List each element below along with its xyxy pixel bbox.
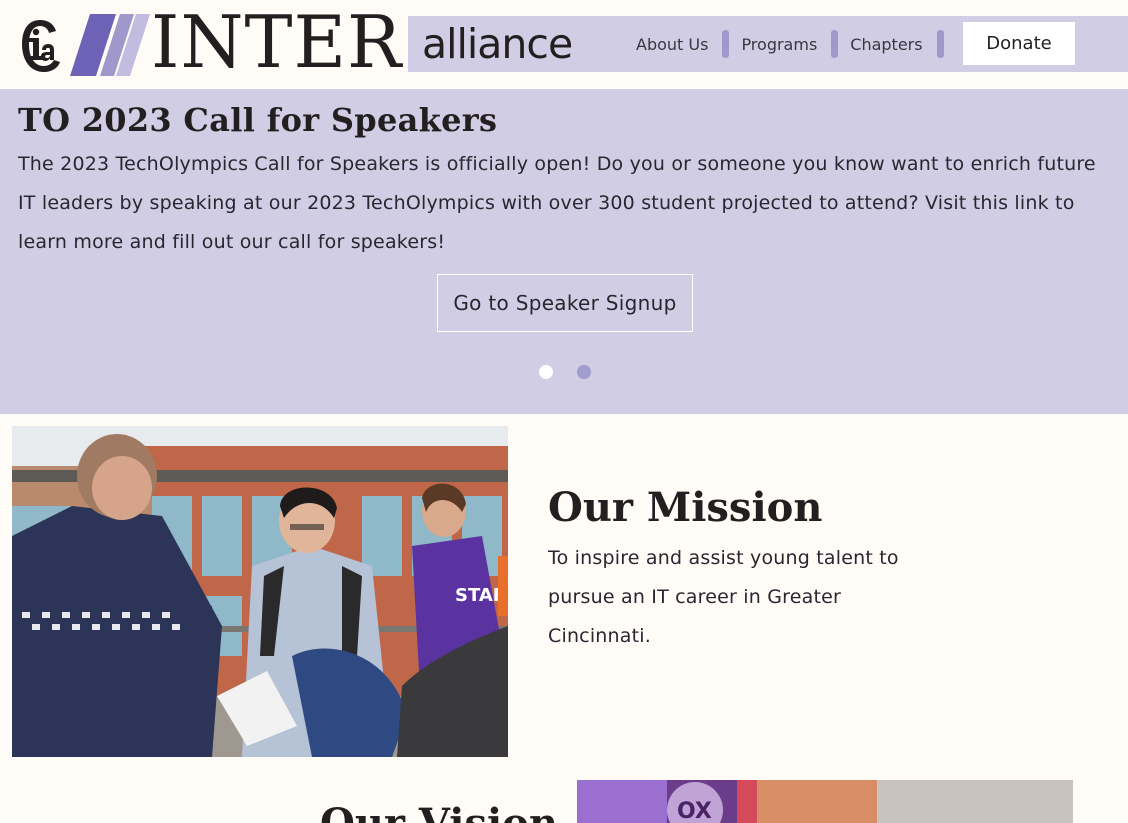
mission-photo: STAF [12, 426, 508, 757]
speaker-signup-button[interactable]: Go to Speaker Signup [437, 274, 693, 332]
photo-event-icon: OX [577, 780, 1073, 823]
hero-slider: TO 2023 Call for Speakers The 2023 TechO… [0, 89, 1128, 414]
slider-dot-2[interactable] [577, 365, 591, 379]
nav-separator [722, 30, 730, 58]
nav-chapters[interactable]: Chapters [850, 35, 922, 54]
donate-button[interactable]: Donate [963, 22, 1075, 65]
nav-programs[interactable]: Programs [741, 35, 817, 54]
svg-text:OX: OX [677, 799, 712, 823]
nav-separator [936, 30, 944, 58]
main-nav: About Us Programs Chapters [636, 24, 956, 64]
logo-stripes-icon [70, 14, 150, 76]
logo-inter-text: INTER [151, 0, 403, 84]
photo-students-networking-icon: STAF [12, 426, 508, 757]
nav-about-us[interactable]: About Us [636, 35, 708, 54]
slider-dot-1[interactable] [539, 365, 553, 379]
logo-mark-icon [22, 20, 60, 72]
hero-text: The 2023 TechOlympics Call for Speakers … [18, 153, 1096, 253]
logo-alliance-text: alliance [422, 20, 573, 68]
vision-photo: OX [577, 780, 1073, 823]
svg-text:STAF: STAF [455, 585, 505, 606]
mission-text: To inspire and assist young talent to pu… [548, 547, 899, 647]
nav-separator [831, 30, 839, 58]
vision-title: Our Vision [320, 800, 558, 823]
site-header: INTER alliance About Us Programs Chapter… [0, 0, 1128, 89]
mission-title: Our Mission [548, 484, 823, 531]
hero-title: TO 2023 Call for Speakers [18, 101, 498, 139]
